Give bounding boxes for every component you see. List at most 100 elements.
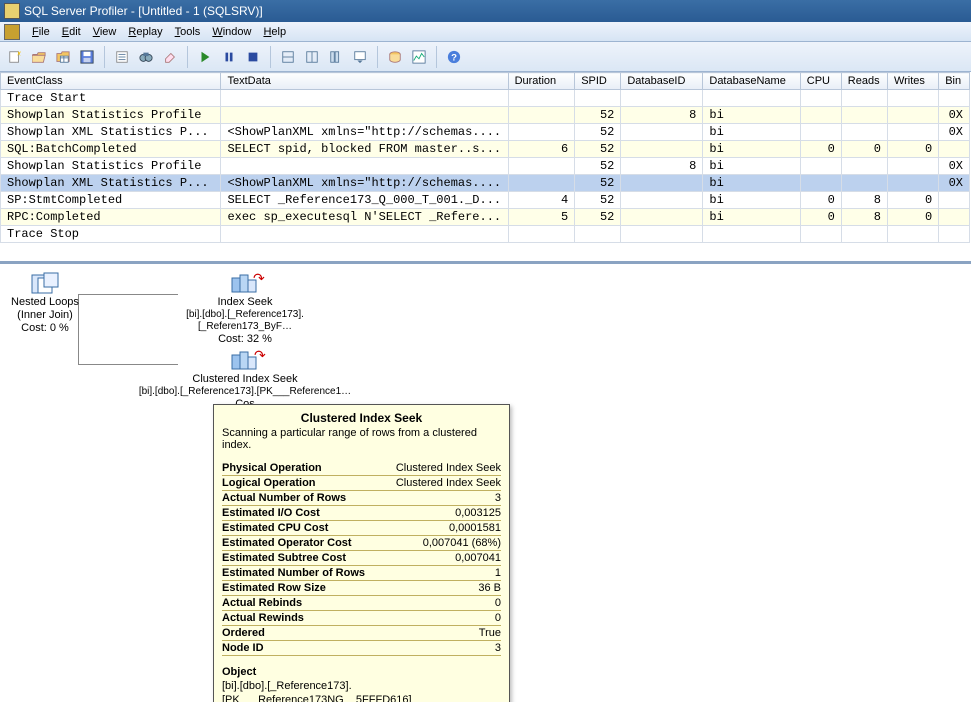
cell-event: Trace Start: [1, 90, 221, 107]
cell-writes: 0: [887, 141, 938, 158]
tooltip-key: Estimated CPU Cost: [222, 521, 383, 536]
col-reads[interactable]: Reads: [841, 73, 887, 90]
menu-tools[interactable]: Tools: [169, 24, 207, 40]
cell-text: SELECT _Reference173_Q_000_T_001._D...: [221, 192, 508, 209]
plan-op-clustered-index-seek[interactable]: ↷ Clustered Index Seek [bi].[dbo].[_Refe…: [120, 349, 370, 411]
tb-new-trace[interactable]: [4, 46, 26, 68]
tb-group-1[interactable]: [277, 46, 299, 68]
toolbar-separator: [270, 46, 271, 68]
table-row[interactable]: Showplan Statistics Profile528bi0X: [1, 158, 970, 175]
cell-dur: 4: [508, 192, 575, 209]
tb-help[interactable]: ?: [443, 46, 465, 68]
table-row[interactable]: Trace Stop: [1, 226, 970, 243]
cell-dur: [508, 90, 575, 107]
table-row[interactable]: RPC:Completedexec sp_executesql N'SELECT…: [1, 209, 970, 226]
tooltip-row: Physical OperationClustered Index Seek: [222, 461, 501, 476]
cell-reads: 8: [841, 209, 887, 226]
tooltip-value: Clustered Index Seek: [383, 461, 501, 476]
col-databaseid[interactable]: DatabaseID: [621, 73, 703, 90]
cell-dbn: bi: [703, 158, 800, 175]
toolbar-separator: [436, 46, 437, 68]
cell-cpu: [800, 158, 841, 175]
plan-op-sub: (Inner Join): [0, 309, 120, 322]
cell-cpu: 0: [800, 141, 841, 158]
tuning-icon: [388, 50, 402, 64]
table-row[interactable]: Showplan Statistics Profile528bi0X: [1, 107, 970, 124]
col-databasename[interactable]: DatabaseName: [703, 73, 800, 90]
table-row[interactable]: Showplan XML Statistics P...<ShowPlanXML…: [1, 124, 970, 141]
execution-plan-pane[interactable]: Nested Loops (Inner Join) Cost: 0 % ↷ In…: [0, 264, 971, 702]
tb-properties[interactable]: [111, 46, 133, 68]
grid-icon: [281, 50, 295, 64]
menu-replay[interactable]: Replay: [122, 24, 168, 40]
tooltip-object-heading: Object: [222, 666, 501, 678]
tb-find[interactable]: [135, 46, 157, 68]
plan-op-index-seek[interactable]: ↷ Index Seek [bi].[dbo].[_Reference173].…: [145, 272, 345, 346]
autoscroll-icon: [353, 50, 367, 64]
tb-clear[interactable]: [159, 46, 181, 68]
menu-file[interactable]: File: [26, 24, 56, 40]
col-writes[interactable]: Writes: [887, 73, 938, 90]
tb-run[interactable]: [194, 46, 216, 68]
window-title: SQL Server Profiler - [Untitled - 1 (SQL…: [24, 4, 263, 18]
properties-icon: [115, 50, 129, 64]
tb-pause[interactable]: [218, 46, 240, 68]
plan-op-label: Clustered Index Seek: [120, 373, 370, 386]
cell-dur: [508, 124, 575, 141]
table-row[interactable]: SQL:BatchCompletedSELECT spid, blocked F…: [1, 141, 970, 158]
chart-icon: [412, 50, 426, 64]
tooltip-properties: Physical OperationClustered Index SeekLo…: [222, 461, 501, 656]
cell-dbn: bi: [703, 141, 800, 158]
cell-dur: 6: [508, 141, 575, 158]
plan-op-sub: [bi].[dbo].[_Reference173].[PK___Referen…: [120, 386, 370, 398]
table-row[interactable]: SP:StmtCompletedSELECT _Reference173_Q_0…: [1, 192, 970, 209]
tooltip-row: Estimated Number of Rows1: [222, 566, 501, 581]
menu-help[interactable]: Help: [257, 24, 292, 40]
tb-open-table[interactable]: [52, 46, 74, 68]
tb-save[interactable]: [76, 46, 98, 68]
menu-view[interactable]: View: [87, 24, 123, 40]
tb-group-2[interactable]: [301, 46, 323, 68]
event-grid-scroll[interactable]: EventClass TextData Duration SPID Databa…: [0, 72, 971, 264]
tooltip-value: 3: [383, 641, 501, 656]
tb-db-tuning[interactable]: [384, 46, 406, 68]
cell-reads: 8: [841, 192, 887, 209]
tooltip-key: Estimated I/O Cost: [222, 506, 383, 521]
cell-dur: [508, 158, 575, 175]
menu-edit[interactable]: Edit: [56, 24, 87, 40]
doc-icon: [4, 24, 20, 40]
tooltip-value: True: [383, 626, 501, 641]
cell-cpu: [800, 107, 841, 124]
cell-event: Showplan Statistics Profile: [1, 107, 221, 124]
cell-text: [221, 90, 508, 107]
tb-group-3[interactable]: [325, 46, 347, 68]
col-cpu[interactable]: CPU: [800, 73, 841, 90]
col-duration[interactable]: Duration: [508, 73, 575, 90]
cell-dbn: [703, 90, 800, 107]
tb-stop[interactable]: [242, 46, 264, 68]
col-textdata[interactable]: TextData: [221, 73, 508, 90]
col-binary[interactable]: Bin: [939, 73, 970, 90]
cell-db: [621, 192, 703, 209]
col-spid[interactable]: SPID: [575, 73, 621, 90]
cell-dbn: bi: [703, 175, 800, 192]
cell-reads: [841, 226, 887, 243]
tb-perf-mon[interactable]: [408, 46, 430, 68]
tooltip-key: Node ID: [222, 641, 383, 656]
tb-open[interactable]: [28, 46, 50, 68]
tb-autoscroll[interactable]: [349, 46, 371, 68]
cell-writes: [887, 107, 938, 124]
cell-writes: [887, 175, 938, 192]
table-row[interactable]: Showplan XML Statistics P...<ShowPlanXML…: [1, 175, 970, 192]
cell-text: <ShowPlanXML xmlns="http://schemas....: [221, 124, 508, 141]
plan-op-nested-loops[interactable]: Nested Loops (Inner Join) Cost: 0 %: [0, 272, 120, 336]
tooltip-row: Actual Number of Rows3: [222, 491, 501, 506]
cell-reads: 0: [841, 141, 887, 158]
cell-writes: [887, 226, 938, 243]
menu-window[interactable]: Window: [206, 24, 257, 40]
cell-spid: 52: [575, 175, 621, 192]
cell-reads: [841, 175, 887, 192]
col-eventclass[interactable]: EventClass: [1, 73, 221, 90]
cell-bin: 0X: [939, 175, 970, 192]
table-row[interactable]: Trace Start: [1, 90, 970, 107]
